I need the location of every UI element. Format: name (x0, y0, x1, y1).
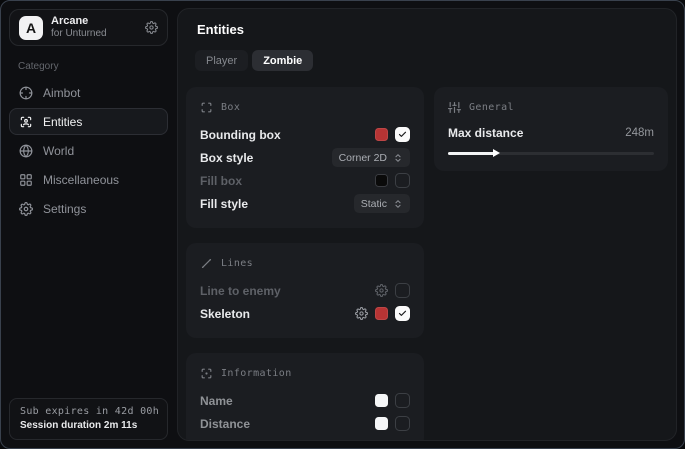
sidebar-item-label: Entities (43, 115, 82, 129)
chevrons-up-down-icon (393, 153, 403, 163)
box-style-dropdown[interactable]: Corner 2D (332, 148, 410, 167)
name-color-swatch[interactable] (375, 394, 388, 407)
setting-row: Distance (200, 412, 410, 435)
gear-icon (19, 202, 33, 216)
panel-title: Information (221, 368, 292, 379)
scan-info-icon (200, 367, 213, 380)
bounding-box-checkbox[interactable] (395, 127, 410, 142)
diagonal-line-icon (200, 257, 213, 270)
information-panel: Information Name Distance (186, 353, 424, 441)
gear-icon[interactable] (375, 284, 388, 297)
scan-corners-icon (200, 101, 213, 114)
distance-color-swatch[interactable] (375, 417, 388, 430)
slider-thumb[interactable] (493, 149, 500, 157)
setting-row: Fill style Static (200, 192, 410, 215)
sidebar-item-settings[interactable]: Settings (9, 195, 168, 222)
app-logo-letter: A (26, 20, 36, 36)
name-label: Name (200, 394, 233, 408)
bounding-box-color-swatch[interactable] (375, 128, 388, 141)
setting-row: Name (200, 389, 410, 412)
setting-row: Fill box (200, 169, 410, 192)
sidebar-item-world[interactable]: World (9, 137, 168, 164)
max-distance-slider[interactable] (448, 148, 654, 158)
main-panel: Entities Player Zombie Box Bounding box (177, 8, 677, 441)
globe-icon (19, 144, 33, 158)
slider-fill (448, 152, 495, 155)
line-to-enemy-label: Line to enemy (200, 284, 281, 298)
chevrons-up-down-icon (393, 199, 403, 209)
box-style-value: Corner 2D (339, 152, 387, 164)
app-name: Arcane (51, 15, 107, 28)
fill-style-label: Fill style (200, 197, 248, 211)
fill-box-label: Fill box (200, 174, 242, 188)
tab-bar: Player Zombie (195, 50, 668, 71)
skeleton-color-swatch[interactable] (375, 307, 388, 320)
panel-title: General (469, 102, 514, 113)
lines-panel: Lines Line to enemy Skeleton (186, 243, 424, 338)
entities-icon (19, 115, 33, 129)
subscription-card: Sub expires in 42d 00h Session duration … (9, 398, 168, 440)
fill-box-checkbox[interactable] (395, 173, 410, 188)
page-title: Entities (197, 22, 668, 37)
sidebar-item-label: World (43, 144, 74, 158)
box-panel: Box Bounding box Box style (186, 87, 424, 228)
fill-style-dropdown[interactable]: Static (354, 194, 410, 213)
max-distance-value: 248m (625, 127, 654, 139)
sidebar-item-miscellaneous[interactable]: Miscellaneous (9, 166, 168, 193)
setting-row: Box style Corner 2D (200, 146, 410, 169)
setting-row: Line to enemy (200, 279, 410, 302)
crosshair-icon (19, 86, 33, 100)
category-label: Category (18, 61, 168, 72)
panel-title: Box (221, 102, 240, 113)
session-duration-text: Session duration 2m 11s (20, 420, 157, 431)
sidebar-item-label: Aimbot (43, 86, 80, 100)
fill-style-value: Static (361, 198, 387, 210)
brand-card: A Arcane for Unturned (9, 9, 168, 46)
sidebar-item-entities[interactable]: Entities (9, 108, 168, 135)
name-checkbox[interactable] (395, 393, 410, 408)
panel-title: Lines (221, 258, 253, 269)
sidebar-item-label: Miscellaneous (43, 173, 119, 187)
bounding-box-label: Bounding box (200, 128, 281, 142)
box-style-label: Box style (200, 151, 253, 165)
sliders-icon (448, 101, 461, 114)
tab-player[interactable]: Player (195, 50, 248, 71)
gear-icon[interactable] (355, 307, 368, 320)
grid-icon (19, 173, 33, 187)
gear-icon[interactable] (145, 21, 158, 34)
sidebar-nav: Aimbot Entities World Miscellaneous (9, 79, 168, 224)
app-subtitle: for Unturned (51, 28, 107, 40)
distance-checkbox[interactable] (395, 416, 410, 431)
sidebar: A Arcane for Unturned Category Aimbot (1, 1, 176, 448)
general-panel: General Max distance 248m (434, 87, 668, 171)
setting-row: Bounding box (200, 123, 410, 146)
line-to-enemy-checkbox[interactable] (395, 283, 410, 298)
max-distance-label: Max distance (448, 126, 523, 140)
sidebar-item-aimbot[interactable]: Aimbot (9, 79, 168, 106)
app-logo: A (19, 16, 43, 40)
skeleton-label: Skeleton (200, 307, 250, 321)
app-window: A Arcane for Unturned Category Aimbot (0, 0, 685, 449)
skeleton-checkbox[interactable] (395, 306, 410, 321)
setting-row: Max distance 248m (448, 123, 654, 143)
fill-box-color-swatch[interactable] (375, 174, 388, 187)
tab-zombie[interactable]: Zombie (252, 50, 313, 71)
setting-row: Skeleton (200, 302, 410, 325)
sub-expiry-text: Sub expires in 42d 00h (20, 406, 157, 417)
distance-label: Distance (200, 417, 250, 431)
sidebar-item-label: Settings (43, 202, 86, 216)
